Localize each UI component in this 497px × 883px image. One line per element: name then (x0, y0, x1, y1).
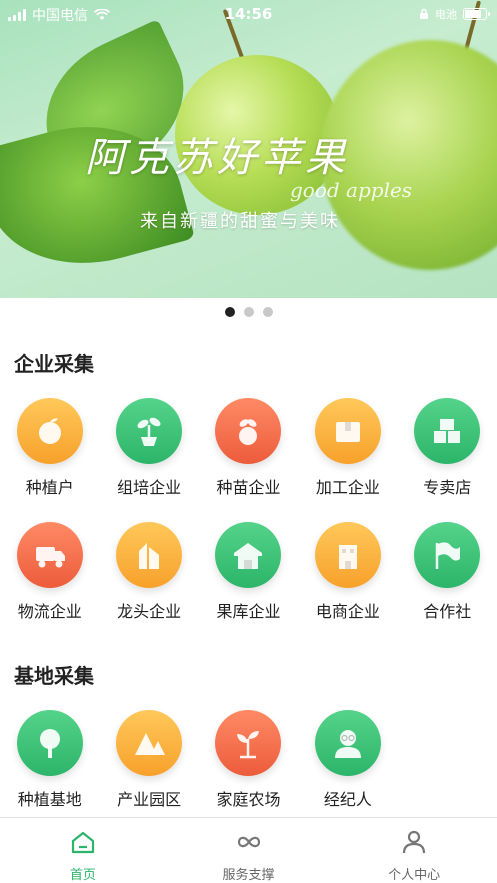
grid-item[interactable]: 种植户 (0, 398, 99, 498)
grid-item[interactable]: 产业园区 (99, 710, 198, 810)
seedling-pot-icon (116, 398, 183, 464)
grid-item[interactable]: 物流企业 (0, 522, 99, 622)
grid-item-label: 经纪人 (323, 790, 372, 809)
tab-label: 个人中心 (388, 868, 441, 883)
section-title-base: 基地采集 (14, 664, 94, 688)
banner-title: 阿克苏好苹果 (85, 135, 349, 181)
tent-park-icon (116, 710, 183, 776)
banner-subtitle-cn: 来自新疆的甜蜜与美味 (140, 211, 340, 232)
infinity-icon (235, 828, 263, 860)
grid-item-label: 种植基地 (17, 790, 82, 809)
grid-item[interactable]: 果库企业 (199, 522, 298, 622)
enterprise-grid-row: 物流企业 龙头企业 果库企业 电商企业 合作社 (0, 522, 497, 622)
home-icon (69, 828, 97, 860)
grid-item-label: 组培企业 (117, 478, 182, 497)
sapling-fruit-icon (215, 398, 282, 464)
truck-icon (16, 522, 83, 588)
grid-item-label: 果库企业 (216, 602, 281, 621)
tab-home[interactable]: 首页 (0, 818, 166, 883)
grid-item-label: 种植户 (25, 478, 74, 497)
grid-item-label: 家庭农场 (216, 790, 281, 809)
status-bar: 中国电信 14:56 电池 (0, 0, 497, 28)
grid-item-label: 龙头企业 (117, 602, 182, 621)
grid-item[interactable]: 龙头企业 (99, 522, 198, 622)
grid-item[interactable]: 电商企业 (298, 522, 397, 622)
section-title-enterprise: 企业采集 (14, 352, 94, 376)
grid-item-label: 电商企业 (315, 602, 380, 621)
grid-item-label: 物流企业 (17, 602, 82, 621)
bottom-tab-bar: 首页 服务支撑 个人中心 (0, 817, 497, 883)
carousel-dot[interactable] (243, 307, 254, 317)
plant-sprout-icon (215, 710, 282, 776)
user-icon (400, 828, 428, 860)
grid-item-label: 合作社 (423, 602, 472, 621)
tab-label: 首页 (69, 868, 96, 883)
grid-item-label: 专卖店 (423, 478, 472, 497)
flag-icon (414, 522, 481, 588)
tab-label: 服务支撑 (222, 868, 275, 883)
battery-text: 电池 (435, 8, 457, 21)
tab-user[interactable]: 个人中心 (331, 818, 497, 883)
grid-item[interactable]: 专卖店 (398, 398, 497, 498)
tree-icon (16, 710, 83, 776)
store-boxes-icon (414, 398, 481, 464)
banner-subtitle-en: good apples (290, 178, 413, 202)
grid-item[interactable]: 组培企业 (99, 398, 198, 498)
grid-item-label: 种苗企业 (216, 478, 281, 497)
grid-item[interactable]: 家庭农场 (199, 710, 298, 810)
base-grid-row: 种植基地 产业园区 家庭农场 经纪人 (0, 710, 497, 810)
grid-item[interactable]: 合作社 (398, 522, 497, 622)
carousel-dot[interactable] (224, 307, 235, 317)
grid-item-label: 加工企业 (315, 478, 380, 497)
banner-carousel[interactable]: 阿克苏好苹果 good apples 来自新疆的甜蜜与美味 (0, 0, 497, 298)
lock-rotation-icon (420, 8, 428, 19)
carousel-indicator (0, 307, 497, 317)
building-icon (116, 522, 183, 588)
grid-item[interactable]: 种苗企业 (199, 398, 298, 498)
carousel-dot[interactable] (262, 307, 273, 317)
person-glasses-icon (314, 710, 381, 776)
grid-item-label: 产业园区 (117, 790, 182, 809)
grid-item[interactable]: 种植基地 (0, 710, 99, 810)
grid-item[interactable]: 经纪人 (298, 710, 397, 810)
grid-item[interactable]: 加工企业 (298, 398, 397, 498)
tab-infinity[interactable]: 服务支撑 (166, 818, 332, 883)
package-box-icon (314, 398, 381, 464)
warehouse-icon (215, 522, 282, 588)
enterprise-grid-row: 种植户 组培企业 种苗企业 加工企业 专卖店 (0, 398, 497, 498)
office-building-icon (314, 522, 381, 588)
orange-fruit-icon (16, 398, 83, 464)
battery-icon (463, 8, 490, 20)
